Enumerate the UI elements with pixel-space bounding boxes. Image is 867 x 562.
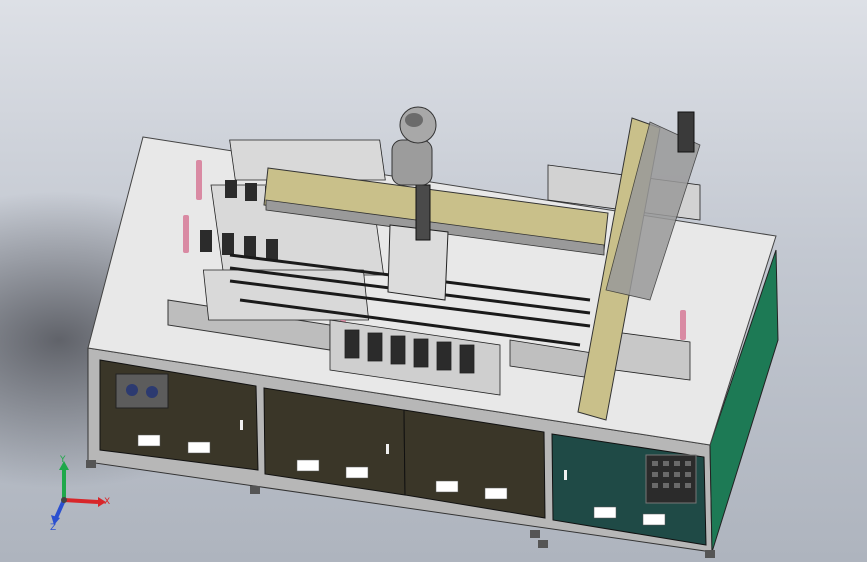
air-regulator — [115, 373, 169, 409]
cad-viewport[interactable]: X Y Z — [0, 0, 867, 562]
y-motor — [677, 111, 695, 153]
y-axis-label: Y — [59, 455, 66, 465]
axis-triad — [51, 461, 106, 525]
machine-model[interactable]: X Y Z — [0, 0, 867, 562]
z-axis-column — [415, 184, 431, 241]
z-axis-label: Z — [50, 523, 56, 533]
x-axis-label: X — [104, 497, 110, 507]
robot-arm — [391, 106, 437, 186]
